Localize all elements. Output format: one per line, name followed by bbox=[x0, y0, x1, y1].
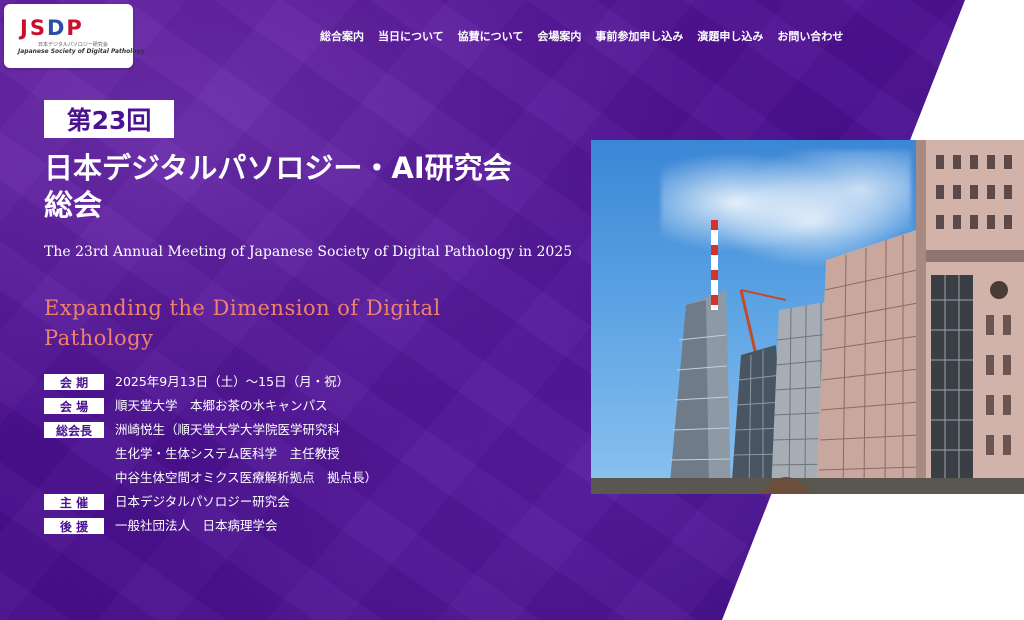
campus-photo bbox=[591, 140, 1024, 494]
nav-item-venue[interactable]: 会場案内 bbox=[537, 28, 581, 44]
info-row-support: 後 援 一般社団法人 日本病理学会 bbox=[44, 517, 377, 534]
nav-item-sponsorship[interactable]: 協賛について bbox=[458, 28, 524, 44]
nav-item-event-day[interactable]: 当日について bbox=[378, 28, 444, 44]
info-value: 2025年9月13日（土）～15日（月・祝） bbox=[115, 374, 350, 389]
info-value: 中谷生体空間オミクス医療解析拠点 拠点長） bbox=[115, 470, 378, 485]
info-label: 会 場 bbox=[44, 398, 104, 414]
info-label: 総会長 bbox=[44, 422, 104, 438]
site-logo[interactable]: JSDP 日本デジタルパソロジー研究会 Japanese Society of … bbox=[4, 4, 145, 68]
info-row-organizer: 主 催 日本デジタルパソロジー研究会 bbox=[44, 493, 377, 510]
page-title: 日本デジタルパソロジー・AI研究会 総会 bbox=[44, 150, 584, 224]
meeting-info: 会 期 2025年9月13日（土）～15日（月・祝） 会 場 順天堂大学 本郷お… bbox=[44, 373, 377, 541]
info-value: 一般社団法人 日本病理学会 bbox=[115, 518, 278, 533]
logo-subtitle-jp: 日本デジタルパソロジー研究会 bbox=[38, 42, 108, 48]
info-label: 後 援 bbox=[44, 518, 104, 534]
info-label: 会 期 bbox=[44, 374, 104, 390]
logo-subtitle-en: Japanese Society of Digital Pathology bbox=[18, 48, 145, 55]
info-value: 生化学・生体システム医科学 主任教授 bbox=[115, 446, 340, 461]
info-label: 主 催 bbox=[44, 494, 104, 510]
info-row-period: 会 期 2025年9月13日（土）～15日（月・祝） bbox=[44, 373, 377, 390]
meeting-theme: Expanding the Dimension of Digital Patho… bbox=[44, 296, 441, 350]
info-value: 洲崎悦生（順天堂大学大学院医学研究科 bbox=[115, 422, 341, 437]
nav-item-general-info[interactable]: 総合案内 bbox=[320, 28, 364, 44]
info-value: 順天堂大学 本郷お茶の水キャンパス bbox=[115, 398, 328, 413]
main-nav: 総合案内 当日について 協賛について 会場案内 事前参加申し込み 演題申し込み … bbox=[320, 28, 857, 44]
edition-badge: 第23回 bbox=[44, 100, 174, 138]
logo-mark: JSDP bbox=[20, 16, 84, 40]
campus-buildings-illustration bbox=[591, 140, 1024, 494]
info-row-president: 総会長 洲崎悦生（順天堂大学大学院医学研究科 生化学・生体システム医科学 主任教… bbox=[44, 421, 377, 486]
nav-item-contact[interactable]: お問い合わせ bbox=[777, 28, 843, 44]
title-jp-line1: 日本デジタルパソロジー・AI研究会 bbox=[44, 151, 512, 185]
info-row-venue: 会 場 順天堂大学 本郷お茶の水キャンパス bbox=[44, 397, 377, 414]
title-english: The 23rd Annual Meeting of Japanese Soci… bbox=[44, 244, 573, 260]
title-jp-line2: 総会 bbox=[44, 188, 103, 222]
nav-item-registration[interactable]: 事前参加申し込み bbox=[595, 28, 683, 44]
info-value: 日本デジタルパソロジー研究会 bbox=[115, 494, 290, 509]
nav-item-abstract-submission[interactable]: 演題申し込み bbox=[697, 28, 763, 44]
